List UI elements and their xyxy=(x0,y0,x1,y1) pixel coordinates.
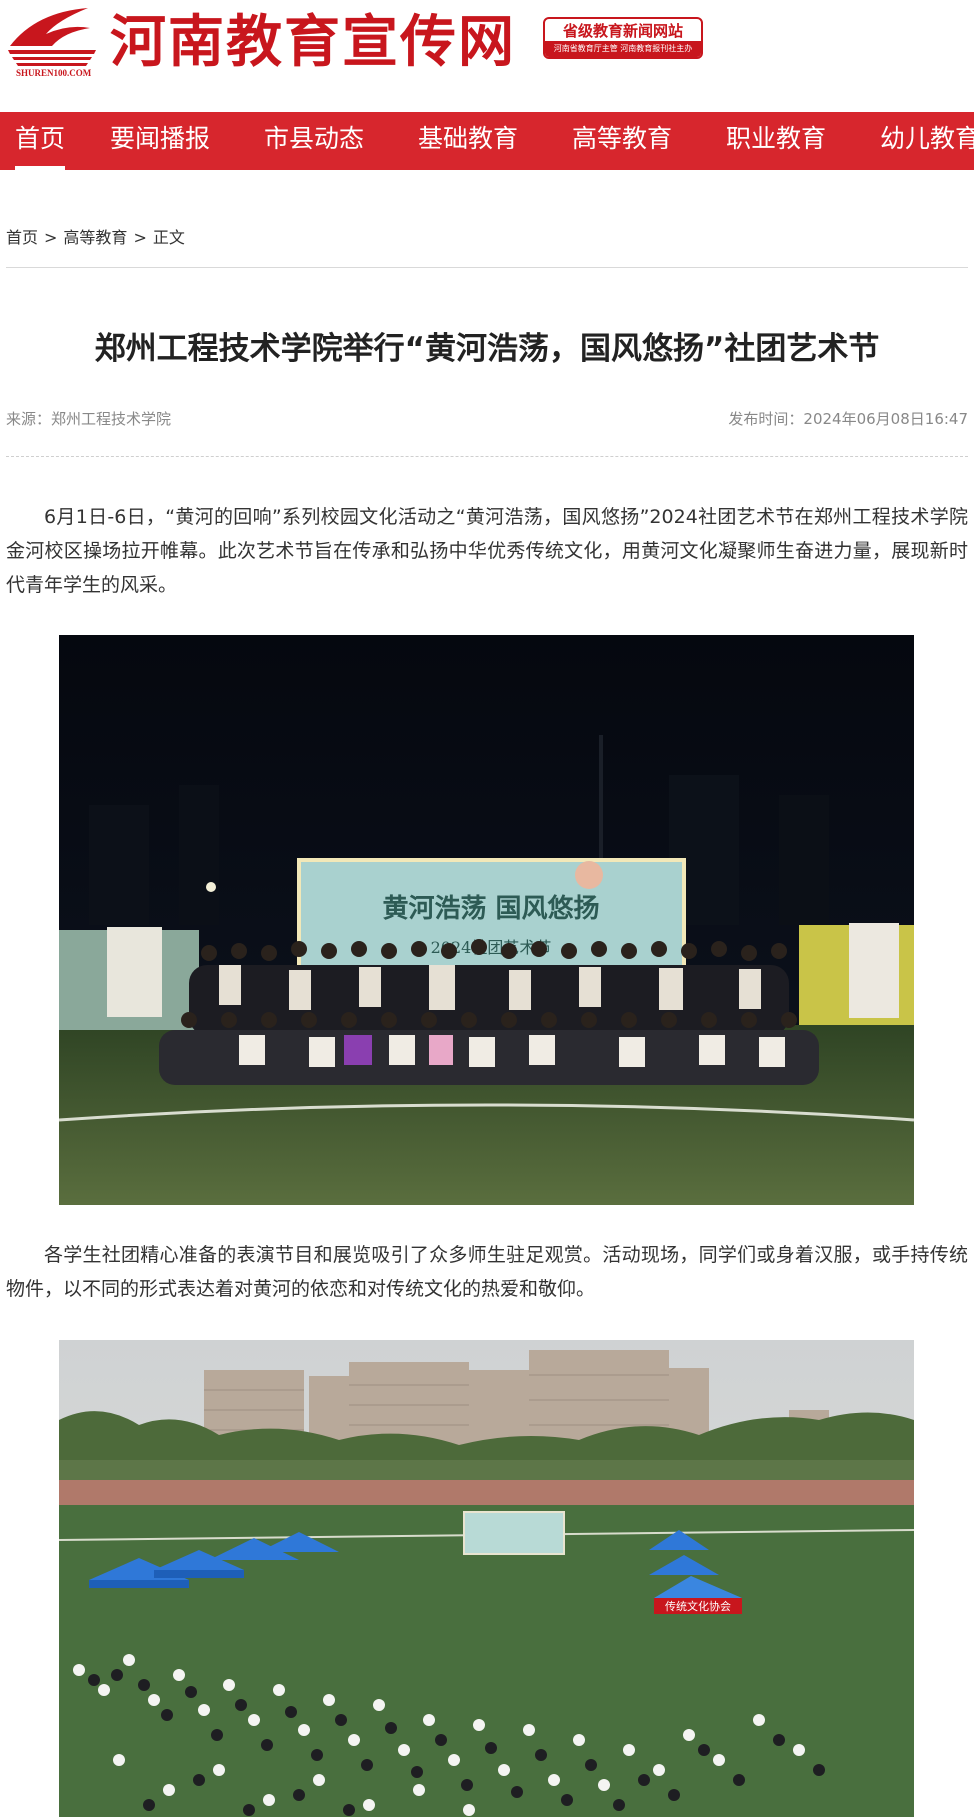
site-title[interactable]: 河南教育宣传网 xyxy=(110,6,516,78)
dashed-divider xyxy=(6,456,968,457)
article-meta: 来源：郑州工程技术学院 发布时间：2024年06月08日16:47 xyxy=(6,408,968,432)
main-nav: 首页 要闻播报 市县动态 基础教育 高等教育 职业教育 幼儿教育 xyxy=(0,112,974,170)
logo-bird-icon xyxy=(8,8,96,66)
breadcrumb-current: 正文 xyxy=(152,228,185,247)
site-badge: 省级教育新闻网站 河南省教育厅主管 河南教育报刊社主办 xyxy=(543,17,703,59)
nav-item-city-county[interactable]: 市县动态 xyxy=(264,112,364,170)
site-header: SHUREN100.COM 河南教育宣传网 省级教育新闻网站 河南省教育厅主管 … xyxy=(0,0,974,112)
article-title: 郑州工程技术学院举行“黄河浩荡，国风悠扬”社团艺术节 xyxy=(94,331,880,367)
nav-item-basic-education[interactable]: 基础教育 xyxy=(418,112,518,170)
breadcrumb-home-link[interactable]: 首页 xyxy=(6,228,38,247)
article-paragraph-2: 各学生社团精心准备的表演节目和展览吸引了众多师生驻足观赏。活动现场，同学们或身着… xyxy=(6,1244,968,1300)
nav-item-preschool-education[interactable]: 幼儿教育 xyxy=(880,112,974,170)
site-logo[interactable]: SHUREN100.COM xyxy=(6,6,98,78)
nav-item-higher-education[interactable]: 高等教育 xyxy=(572,112,672,170)
badge-main-text: 省级教育新闻网站 xyxy=(562,22,683,40)
breadcrumb-separator: > xyxy=(133,228,147,247)
breadcrumb-section-link[interactable]: 高等教育 xyxy=(63,228,127,247)
nav-item-home[interactable]: 首页 xyxy=(15,112,66,170)
nav-item-vocational-education[interactable]: 职业教育 xyxy=(726,112,826,170)
banner-title-text: 黄河浩荡 国风悠扬 xyxy=(382,894,599,924)
article-paragraph-1: 6月1日-6日，“黄河的回响”系列校园文化活动之“黄河浩荡，国风悠扬”2024社… xyxy=(6,506,968,596)
nav-item-news[interactable]: 要闻播报 xyxy=(110,112,210,170)
breadcrumb: 首页 > 高等教育 > 正文 xyxy=(6,224,185,248)
article-publish-time: 发布时间：2024年06月08日16:47 xyxy=(728,410,968,428)
logo-text: SHUREN100.COM xyxy=(16,68,92,78)
divider xyxy=(6,267,968,268)
article-photo-campus-field: 传统文化协会 xyxy=(59,1340,914,1817)
article-source: 来源：郑州工程技术学院 xyxy=(6,410,172,428)
article-photo-group-night: 黄河浩荡 国风悠扬 2024社团艺术节 xyxy=(59,635,914,1205)
tent-label-text: 传统文化协会 xyxy=(665,1599,731,1613)
breadcrumb-separator: > xyxy=(44,228,58,247)
badge-sub-text: 河南省教育厅主管 河南教育报刊社主办 xyxy=(545,41,701,57)
